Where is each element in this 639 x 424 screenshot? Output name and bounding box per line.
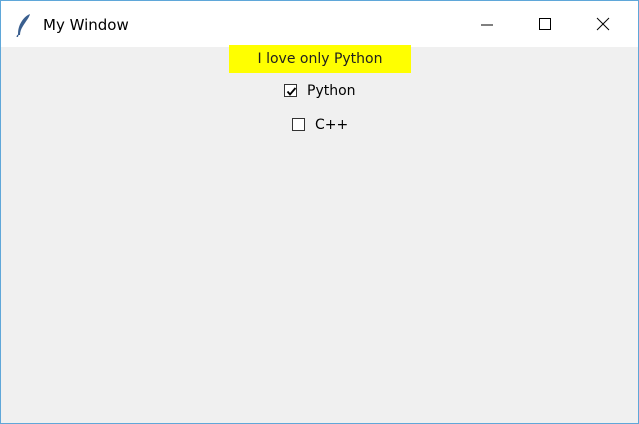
checkbox-box-checked[interactable] (284, 84, 297, 97)
maximize-button[interactable] (516, 1, 574, 47)
close-button[interactable] (574, 1, 632, 47)
minimize-icon (481, 24, 493, 26)
result-label: I love only Python (229, 45, 411, 73)
minimize-button[interactable] (458, 1, 516, 47)
window-title: My Window (43, 16, 129, 34)
app-window: My Window I love only Python Python C++ (0, 0, 639, 424)
close-icon (596, 17, 610, 31)
window-content: I love only Python Python C++ (1, 45, 638, 423)
checkbox-box-unchecked[interactable] (292, 118, 305, 131)
feather-icon (15, 13, 33, 38)
cpp-checkbox-label: C++ (315, 117, 349, 133)
maximize-icon (539, 18, 551, 30)
checkmark-icon (286, 87, 297, 96)
python-checkbox-label: Python (307, 83, 356, 99)
title-bar[interactable]: My Window (1, 1, 638, 47)
